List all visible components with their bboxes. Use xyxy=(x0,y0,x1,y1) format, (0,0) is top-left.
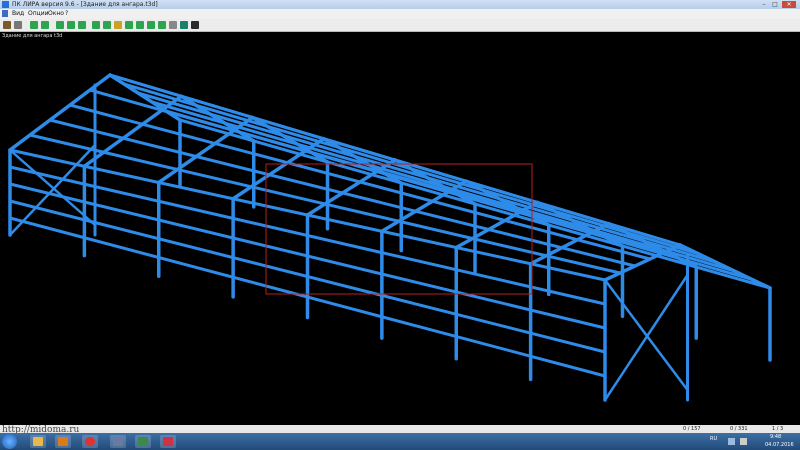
title-bar: ПК ЛИРА версия 9.6 - [Здание для ангара.… xyxy=(0,0,800,9)
shield-icon[interactable] xyxy=(92,21,100,29)
menu-item-options[interactable]: Опции xyxy=(28,9,49,19)
taskbar-app-lira[interactable] xyxy=(110,435,126,448)
shield-icon[interactable] xyxy=(158,21,166,29)
shield-icon[interactable] xyxy=(103,21,111,29)
shield-icon[interactable] xyxy=(147,21,155,29)
zoom-icon[interactable] xyxy=(169,21,177,29)
clock-date: 04.07.2016 xyxy=(765,442,794,448)
language-indicator[interactable]: RU xyxy=(710,435,717,443)
shield-icon[interactable] xyxy=(125,21,133,29)
shield-icon[interactable] xyxy=(56,21,64,29)
minimize-button[interactable]: – xyxy=(759,1,769,8)
model-viewport[interactable] xyxy=(0,40,800,425)
document-label-text: Здание для ангара t3d xyxy=(2,33,63,39)
windows-start-button[interactable] xyxy=(2,434,17,449)
shield-icon[interactable] xyxy=(30,21,38,29)
shield-icon[interactable] xyxy=(78,21,86,29)
status-page: 1 / 3 xyxy=(772,426,784,432)
shield-icon[interactable] xyxy=(114,21,122,29)
shield-icon[interactable] xyxy=(41,21,49,29)
menu-item-window[interactable]: Окно xyxy=(48,9,64,19)
volume-icon[interactable] xyxy=(740,438,747,445)
app-icon[interactable] xyxy=(2,1,9,8)
pencil-icon[interactable] xyxy=(3,21,11,29)
taskbar-app-explorer[interactable] xyxy=(30,435,46,448)
shield-icon[interactable] xyxy=(67,21,75,29)
document-label: Здание для ангара t3d xyxy=(0,32,800,40)
menu-item-view[interactable]: Вид xyxy=(12,9,24,19)
brace xyxy=(603,278,689,392)
steel-frame-model xyxy=(8,73,772,402)
clock-time: 9:48 xyxy=(770,434,782,440)
taskbar-app-lira-2[interactable] xyxy=(135,435,151,448)
taskbar-app-document[interactable] xyxy=(160,435,176,448)
status-count-b: 0 / 331 xyxy=(730,426,748,432)
network-icon[interactable] xyxy=(728,438,735,445)
menu-icon[interactable] xyxy=(2,10,8,17)
menu-item-help[interactable]: ? xyxy=(65,9,68,19)
maximize-button[interactable]: □ xyxy=(770,1,780,8)
close-button[interactable]: ✕ xyxy=(782,1,796,8)
window-title: ПК ЛИРА версия 9.6 - [Здание для ангара.… xyxy=(12,1,158,8)
help-icon[interactable] xyxy=(191,21,199,29)
taskbar-app-chrome[interactable] xyxy=(82,435,98,448)
brace xyxy=(603,273,689,402)
grid-icon[interactable] xyxy=(180,21,188,29)
menu-bar: Вид Опции Окно ? xyxy=(0,9,800,19)
taskbar: RU 9:48 04.07.2016 xyxy=(0,433,800,450)
toolbar xyxy=(0,19,800,32)
status-count-a: 0 / 157 xyxy=(683,426,701,432)
wrench-icon[interactable] xyxy=(14,21,22,29)
roof-purlin xyxy=(122,82,700,256)
status-bar: 0 / 157 0 / 331 1 / 3 xyxy=(0,425,800,433)
taskbar-app-media[interactable] xyxy=(55,435,71,448)
shield-icon[interactable] xyxy=(136,21,144,29)
